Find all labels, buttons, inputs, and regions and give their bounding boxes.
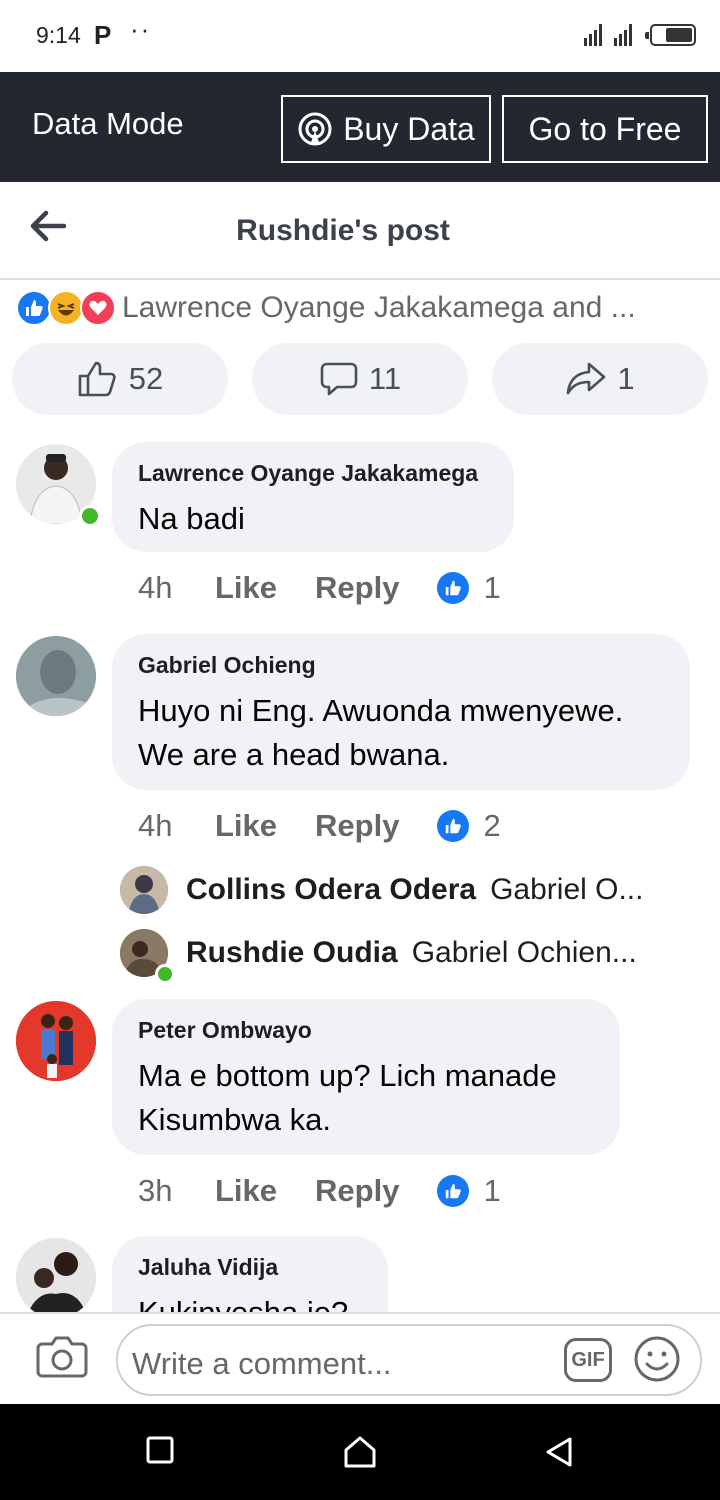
reply-button[interactable]: Reply <box>315 570 399 606</box>
reaction-names: Lawrence Oyange Jakakamega and ... <box>122 291 636 324</box>
reply-item[interactable]: Rushdie Oudia Gabriel Ochien... <box>120 928 700 978</box>
comment-time: 3h <box>138 1173 173 1208</box>
share-count-button[interactable]: 1 <box>492 343 708 415</box>
notification-p-icon: P <box>94 20 112 50</box>
haha-reaction-icon <box>48 290 84 326</box>
reactions-row[interactable]: Lawrence Oyange Jakakamega and ... <box>16 290 636 326</box>
comment-text: Na badi <box>138 501 245 536</box>
reply-text: Gabriel O... <box>490 873 644 906</box>
comment-time: 4h <box>138 808 173 843</box>
like-count-button[interactable]: 52 <box>12 343 228 415</box>
like-count-value: 1 <box>483 1173 501 1208</box>
comment-actions: 4h Like Reply 2 <box>138 806 501 846</box>
thumbs-up-icon <box>78 361 116 397</box>
emoji-icon[interactable] <box>632 1334 682 1384</box>
android-nav-bar <box>0 1404 720 1500</box>
reaction-icons <box>16 290 116 326</box>
reply-author: Collins Odera Odera <box>186 873 477 906</box>
signal-icon <box>584 24 632 46</box>
status-time: 9:14 <box>36 22 81 48</box>
like-reaction-icon <box>437 1175 470 1207</box>
broadcast-icon <box>298 112 332 146</box>
comment-author[interactable]: Peter Ombwayo <box>138 1017 594 1044</box>
comment-bubble[interactable]: Peter Ombwayo Ma e bottom up? Lich manad… <box>112 999 620 1155</box>
comment-author[interactable]: Lawrence Oyange Jakakamega <box>138 460 488 487</box>
comment-text: Huyo ni Eng. Awuonda mwenyewe. We are a … <box>138 693 624 772</box>
comment-time: 4h <box>138 570 173 605</box>
reply-author: Rushdie Oudia <box>186 936 398 969</box>
share-arrow-icon <box>567 362 606 395</box>
comment-count: 11 <box>368 361 402 396</box>
reply-button[interactable]: Reply <box>315 808 399 844</box>
avatar[interactable] <box>16 1001 96 1081</box>
like-count-value: 1 <box>483 570 501 605</box>
share-count: 1 <box>617 361 635 396</box>
go-to-free-label: Go to Free <box>528 110 682 147</box>
like-count-value: 2 <box>483 808 501 843</box>
like-reaction-icon <box>437 810 470 842</box>
comment-bubble[interactable]: Lawrence Oyange Jakakamega Na badi <box>112 442 514 552</box>
comment-bubble[interactable]: Gabriel Ochieng Huyo ni Eng. Awuonda mwe… <box>112 634 690 790</box>
post-header: Rushdie's post <box>0 182 720 278</box>
recents-icon[interactable] <box>146 1436 174 1464</box>
like-reaction-icon <box>437 572 470 604</box>
avatar[interactable] <box>16 636 96 716</box>
comment-actions: 3h Like Reply 1 <box>138 1171 501 1211</box>
comment-composer: Write a comment... GIF <box>0 1312 720 1404</box>
online-indicator <box>155 964 175 984</box>
comment-text: Kukinyesha je? <box>138 1291 362 1312</box>
comment-like-count[interactable]: 1 <box>437 570 501 606</box>
page-title: Rushdie's post <box>236 214 450 247</box>
comment-author[interactable]: Gabriel Ochieng <box>138 652 664 679</box>
comment-input[interactable]: Write a comment... GIF <box>116 1324 702 1396</box>
love-reaction-icon <box>80 290 116 326</box>
comment-bubble-icon <box>320 362 358 396</box>
buy-data-button[interactable]: Buy Data <box>281 95 491 163</box>
back-icon[interactable] <box>544 1436 574 1468</box>
home-icon[interactable] <box>343 1436 377 1468</box>
avatar[interactable] <box>16 1238 96 1312</box>
like-reaction-icon <box>16 290 52 326</box>
comment-actions: 4h Like Reply 1 <box>138 568 501 608</box>
comments-list: Lawrence Oyange Jakakamega Na badi 4h Li… <box>0 430 720 1312</box>
comment-author[interactable]: Jaluha Vidija <box>138 1254 362 1281</box>
reply-button[interactable]: Reply <box>315 1173 399 1209</box>
avatar <box>120 866 168 914</box>
buy-data-label: Buy Data <box>343 110 475 147</box>
comment-like-count[interactable]: 1 <box>437 1173 501 1209</box>
data-mode-bar: Data Mode Buy Data Go to Free <box>0 72 720 182</box>
battery-icon <box>645 24 696 46</box>
data-mode-label: Data Mode <box>32 106 184 141</box>
status-bar: 9:14 P ·· <box>0 0 720 72</box>
comment-like-count[interactable]: 2 <box>437 808 501 844</box>
comment-count-button[interactable]: 11 <box>252 343 468 415</box>
gif-button[interactable]: GIF <box>564 1338 612 1382</box>
camera-icon[interactable] <box>36 1334 88 1380</box>
like-button[interactable]: Like <box>215 570 277 606</box>
reply-item[interactable]: Collins Odera Odera Gabriel O... <box>120 865 700 915</box>
go-to-free-button[interactable]: Go to Free <box>502 95 708 163</box>
reply-text: Gabriel Ochien... <box>411 936 637 969</box>
like-button[interactable]: Like <box>215 1173 277 1209</box>
reactions-summary: Lawrence Oyange Jakakamega and ... 52 11… <box>0 280 720 430</box>
comment-text: Ma e bottom up? Lich manade Kisumbwa ka. <box>138 1058 557 1137</box>
comment-bubble[interactable]: Jaluha Vidija Kukinyesha je? <box>112 1236 388 1312</box>
comment-placeholder: Write a comment... <box>132 1346 392 1381</box>
more-notifications-icon: ·· <box>130 14 152 44</box>
like-button[interactable]: Like <box>215 808 277 844</box>
online-indicator <box>79 505 101 527</box>
post-counters: 52 11 1 <box>12 343 708 415</box>
like-count: 52 <box>128 361 164 396</box>
